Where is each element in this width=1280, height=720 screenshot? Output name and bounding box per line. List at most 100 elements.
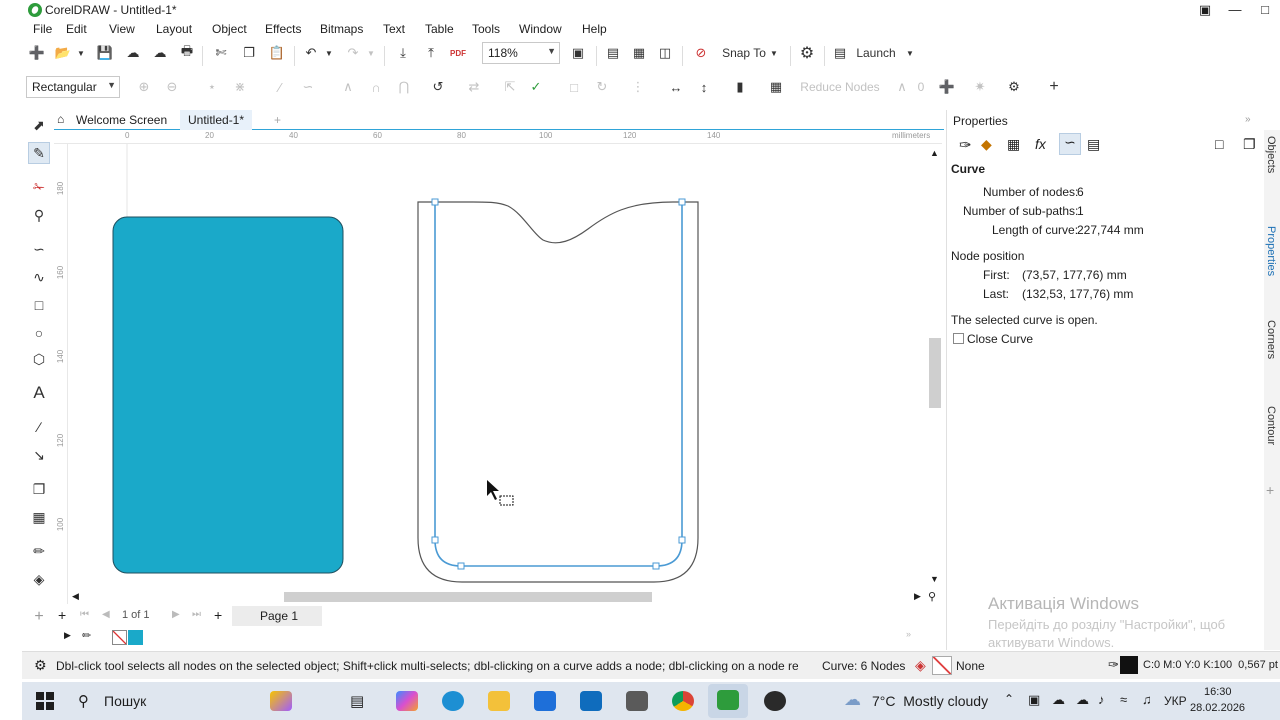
tray-chevron-icon[interactable]: ⌃ [1004, 692, 1014, 706]
extend-curve-icon[interactable]: ⇄ [464, 76, 484, 98]
snap-off-icon[interactable]: ⊘ [690, 42, 712, 64]
new-tab-icon[interactable]: + [266, 110, 289, 130]
close-curve-icon[interactable]: ✓ [526, 76, 546, 98]
previous-page-icon[interactable]: ◀ [102, 609, 110, 620]
show-guidelines-icon[interactable]: ◫ [654, 42, 676, 64]
mirror-vertical-icon[interactable]: ↕ [694, 76, 714, 98]
add-node-icon[interactable]: ⊕ [134, 76, 154, 98]
curve-node-first[interactable] [431, 198, 439, 206]
break-curve-icon[interactable]: ⋇ [230, 76, 250, 98]
side-tab-corners[interactable]: Corners [1265, 320, 1277, 359]
drawing-canvas[interactable] [68, 144, 928, 590]
reverse-direction-icon[interactable]: ↺ [428, 76, 448, 98]
docker-object-icon[interactable]: ❐ [1243, 136, 1256, 153]
open-dropdown-icon[interactable]: ▼ [76, 42, 86, 64]
last-page-icon[interactable]: ⏭ [192, 609, 201, 620]
copilot-sparkle-icon[interactable] [270, 691, 292, 711]
tab-welcome-screen[interactable]: Welcome Screen [68, 110, 175, 130]
save-icon[interactable]: 💾 [94, 42, 116, 64]
freehand-tool-icon[interactable]: ∽ [28, 238, 50, 260]
page-1-tab[interactable]: Page 1 [232, 606, 322, 626]
join-nodes-icon[interactable]: ⋆ [202, 76, 222, 98]
crop-tool-icon[interactable]: ✁ [28, 176, 50, 198]
curve-node[interactable] [431, 536, 439, 544]
chrome-icon[interactable] [672, 691, 694, 711]
snap-dropdown-icon[interactable]: ▼ [768, 42, 780, 64]
show-rulers-icon[interactable]: ▤ [602, 42, 624, 64]
delete-node-icon[interactable]: ⊖ [162, 76, 182, 98]
fill-properties-icon[interactable]: ◆ [981, 136, 992, 153]
add-page-after-icon[interactable]: + [214, 607, 222, 623]
input-language[interactable]: УКР [1164, 694, 1187, 708]
import-icon[interactable]: ⤓ [392, 42, 414, 64]
redo-dropdown-icon[interactable]: ▼ [366, 42, 376, 64]
status-gear-icon[interactable]: ⚙ [34, 657, 47, 674]
cusp-node-icon[interactable]: ∧ [338, 76, 358, 98]
side-tab-objects[interactable]: Objects [1265, 136, 1277, 173]
print-icon[interactable]: 🖶 [176, 42, 198, 64]
search-icon[interactable]: ⚲ [78, 692, 89, 710]
copilot-app-icon[interactable] [396, 691, 418, 711]
connector-tool-icon[interactable]: ↘ [28, 444, 50, 466]
show-grid-icon[interactable]: ▦ [628, 42, 650, 64]
docker-page-icon[interactable]: □ [1215, 136, 1223, 152]
clock-time[interactable]: 16:30 [1204, 686, 1232, 698]
horizontal-scroll-thumb[interactable] [284, 592, 652, 602]
menu-bitmaps[interactable]: Bitmaps [320, 22, 363, 36]
zoom-navigator-icon[interactable]: ⚲ [928, 590, 936, 603]
selection-mode-combo[interactable]: Rectangular ▼ [26, 76, 120, 98]
cyan-color-swatch[interactable] [128, 630, 143, 645]
align-nodes-icon[interactable]: ⋮ [628, 76, 648, 98]
shape-tool-icon[interactable]: ✎ [28, 142, 50, 164]
launch-button[interactable]: Launch [854, 42, 898, 64]
first-page-icon[interactable]: ⏮ [80, 609, 89, 620]
elastic-mode-icon[interactable]: ▮ [730, 76, 750, 98]
vertical-scrollbar[interactable]: ▲ ▼ [928, 148, 942, 588]
curve-node[interactable] [457, 562, 465, 570]
calculator-icon[interactable] [626, 691, 648, 711]
maximize-button[interactable]: □ [1250, 0, 1280, 20]
effects-properties-icon[interactable]: fx [1035, 136, 1046, 152]
cut-icon[interactable]: ✄ [210, 42, 232, 64]
mirror-horizontal-icon[interactable]: ↔ [666, 76, 686, 98]
scroll-left-icon[interactable]: ◀ [72, 591, 79, 602]
next-page-icon[interactable]: ▶ [172, 609, 180, 620]
palette-eyedropper-icon[interactable]: ✏ [82, 629, 91, 642]
palette-menu-icon[interactable]: ▶ [64, 630, 71, 641]
stretch-nodes-icon[interactable]: □ [564, 76, 584, 98]
artistic-media-tool-icon[interactable]: ∿ [28, 266, 50, 288]
taskbar-search[interactable]: Пошук [104, 693, 146, 709]
eyedropper-tool-icon[interactable]: ✏ [28, 540, 50, 562]
tray-app-icon[interactable]: ▣ [1028, 692, 1040, 708]
zoom-level-combo[interactable]: 118% ▼ [482, 42, 560, 64]
side-tab-properties[interactable]: Properties [1265, 226, 1277, 276]
ellipse-tool-icon[interactable]: ○ [28, 322, 50, 344]
rotate-nodes-icon[interactable]: ↻ [592, 76, 612, 98]
transparency-properties-icon[interactable]: ▦ [1007, 136, 1020, 153]
menu-text[interactable]: Text [383, 22, 405, 36]
outline-color-swatch[interactable] [1120, 656, 1138, 674]
bitmap-properties-icon[interactable]: ▤ [1087, 136, 1100, 153]
select-all-nodes-icon[interactable]: ▦ [766, 76, 786, 98]
volume-icon[interactable]: ♫ [1142, 692, 1152, 707]
open-icon[interactable]: 📂 [52, 42, 74, 64]
cloud-sync-icon[interactable]: ☁ [149, 42, 171, 64]
add-page-before-icon[interactable]: + [58, 607, 66, 623]
horizontal-ruler[interactable]: 0 20 40 60 80 100 120 140 millimeters [54, 130, 942, 144]
symmetric-node-icon[interactable]: ⋂ [394, 76, 414, 98]
restore-app-icon[interactable]: ▣ [1190, 0, 1220, 20]
file-explorer-icon[interactable] [488, 691, 510, 711]
full-screen-preview-icon[interactable]: ▣ [567, 42, 589, 64]
menu-view[interactable]: View [109, 22, 135, 36]
node-edit-options-icon[interactable]: ⚙ [1004, 76, 1024, 98]
add-docker-icon[interactable]: + [1266, 482, 1274, 498]
reduce-nodes-button[interactable]: Reduce Nodes [798, 76, 882, 98]
interactive-fill-tool-icon[interactable]: ◈ [28, 568, 50, 590]
close-curve-checkbox[interactable] [953, 333, 964, 344]
smoothness-value[interactable]: 0 [914, 76, 928, 98]
clock-date[interactable]: 28.02.2026 [1190, 702, 1245, 714]
parallel-dimension-tool-icon[interactable]: ∕ [28, 416, 50, 438]
curve-node[interactable] [678, 536, 686, 544]
network-icon[interactable]: ☁ [1076, 692, 1089, 708]
screen-recorder-icon[interactable] [764, 691, 786, 711]
